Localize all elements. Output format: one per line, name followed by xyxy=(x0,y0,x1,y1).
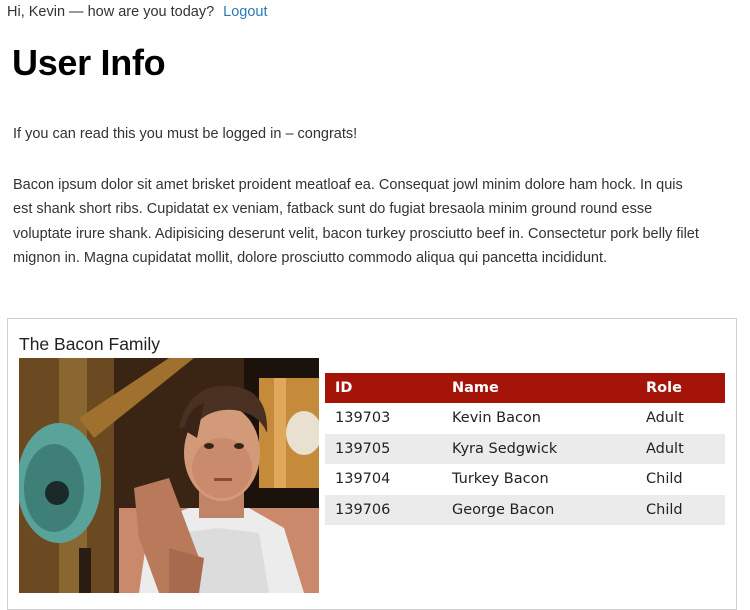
column-header-id[interactable]: ID xyxy=(325,373,442,403)
table-row: 139705 Kyra Sedgwick Adult xyxy=(325,433,725,464)
cell-id: 139703 xyxy=(335,410,391,427)
cell-name: Kyra Sedgwick xyxy=(442,433,636,464)
greeting-text: Hi, Kevin — how are you today? xyxy=(7,4,215,20)
cell-role: Child xyxy=(636,494,725,525)
greeting-bar: Hi, Kevin — how are you today? Logout xyxy=(7,4,268,20)
logout-link[interactable]: Logout xyxy=(223,4,267,20)
cell-name: Kevin Bacon xyxy=(452,410,541,427)
table-row: 139704 Turkey Bacon Child xyxy=(325,464,725,495)
cell-id: 139706 xyxy=(325,494,442,525)
table-row: 139706 George Bacon Child xyxy=(325,494,725,525)
table-header-row: ID Name Role xyxy=(325,373,725,403)
panel-title: The Bacon Family xyxy=(19,334,161,354)
cell-role: Adult xyxy=(646,410,684,427)
family-table: ID Name Role 139703 Kevin Bacon Adult 13… xyxy=(325,373,725,525)
cell-name: George Bacon xyxy=(442,494,636,525)
cell-role: Child xyxy=(646,471,683,488)
cell-name: Turkey Bacon xyxy=(452,471,549,488)
table-row: 139703 Kevin Bacon Adult xyxy=(325,403,725,434)
family-photo xyxy=(19,358,319,593)
column-header-name[interactable]: Name xyxy=(442,373,636,403)
logged-in-message: If you can read this you must be logged … xyxy=(13,126,358,142)
cell-id: 139705 xyxy=(325,433,442,464)
page-title: User Info xyxy=(12,42,166,83)
cell-role: Adult xyxy=(636,433,725,464)
column-header-role[interactable]: Role xyxy=(636,373,725,403)
cell-id: 139704 xyxy=(335,471,391,488)
body-paragraph: Bacon ipsum dolor sit amet brisket proid… xyxy=(13,177,699,266)
family-panel: The Bacon Family ID Name Role 139703 Kev… xyxy=(7,318,737,610)
